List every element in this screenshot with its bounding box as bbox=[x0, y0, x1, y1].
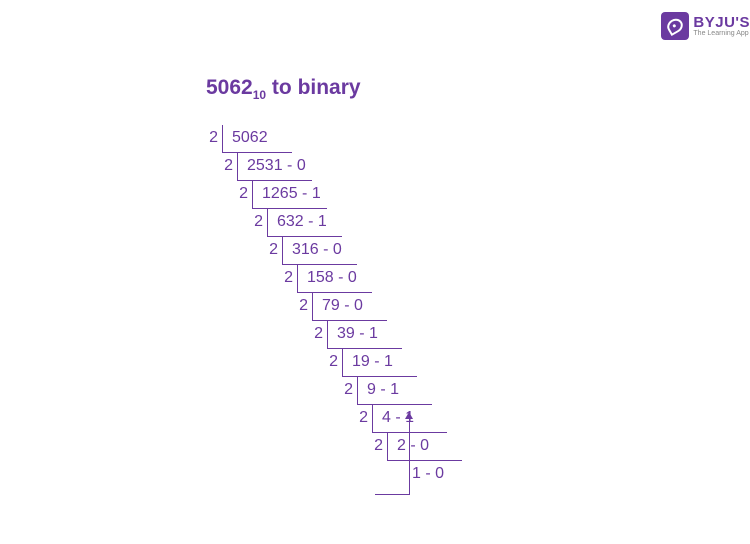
division-horizontal-line bbox=[297, 292, 372, 293]
quotient-remainder: 316 - 0 bbox=[284, 241, 342, 259]
quotient-remainder: 39 - 1 bbox=[329, 325, 378, 343]
division-horizontal-line bbox=[327, 348, 402, 349]
division-horizontal-line bbox=[252, 208, 327, 209]
divisor: 2 bbox=[258, 241, 278, 259]
division-horizontal-line bbox=[357, 404, 432, 405]
division-vertical-line bbox=[252, 181, 253, 209]
quotient-remainder: 1265 - 1 bbox=[254, 185, 321, 203]
divisor: 2 bbox=[303, 325, 323, 343]
divisor: 2 bbox=[333, 381, 353, 399]
division-vertical-line bbox=[312, 293, 313, 321]
divisor: 2 bbox=[288, 297, 308, 315]
divisor: 2 bbox=[243, 213, 263, 231]
divisor: 2 bbox=[273, 269, 293, 287]
divisor: 2 bbox=[213, 157, 233, 175]
quotient-remainder: 2531 - 0 bbox=[239, 157, 306, 175]
quotient-remainder: 19 - 1 bbox=[344, 353, 393, 371]
division-vertical-line bbox=[237, 153, 238, 181]
division-horizontal-line bbox=[372, 432, 447, 433]
division-horizontal-line bbox=[237, 180, 312, 181]
quotient-remainder: 9 - 1 bbox=[359, 381, 399, 399]
division-vertical-line bbox=[342, 349, 343, 377]
division-horizontal-line bbox=[222, 152, 292, 153]
division-horizontal-line bbox=[342, 376, 417, 377]
division-vertical-line bbox=[282, 237, 283, 265]
dividend: 5062 bbox=[224, 129, 268, 147]
division-vertical-line bbox=[327, 321, 328, 349]
division-vertical-line bbox=[267, 209, 268, 237]
divisor: 2 bbox=[348, 409, 368, 427]
division-horizontal-line bbox=[267, 236, 342, 237]
divisor: 2 bbox=[228, 185, 248, 203]
divisor: 2 bbox=[198, 129, 218, 147]
quotient-remainder: 2 - 0 bbox=[389, 437, 429, 455]
division-vertical-line bbox=[357, 377, 358, 405]
division-vertical-line bbox=[372, 405, 373, 433]
quotient-remainder: 158 - 0 bbox=[299, 269, 357, 287]
title-suffix: to binary bbox=[266, 76, 361, 99]
byjus-logo: BYJU'S The Learning App bbox=[661, 12, 750, 40]
division-vertical-line bbox=[222, 125, 223, 153]
title-base: 10 bbox=[253, 88, 266, 102]
quotient-remainder: 632 - 1 bbox=[269, 213, 327, 231]
quotient-remainder: 79 - 0 bbox=[314, 297, 363, 315]
logo-main-text: BYJU'S bbox=[693, 15, 750, 30]
logo-icon bbox=[661, 12, 689, 40]
division-horizontal-line bbox=[387, 460, 462, 461]
logo-sub-text: The Learning App bbox=[693, 30, 750, 37]
division-vertical-line bbox=[297, 265, 298, 293]
quotient-remainder: 4 - 1 bbox=[374, 409, 414, 427]
quotient-remainder: 1 - 0 bbox=[404, 465, 444, 483]
divisor: 2 bbox=[318, 353, 338, 371]
division-horizontal-line bbox=[312, 320, 387, 321]
divisor: 2 bbox=[363, 437, 383, 455]
division-horizontal-line bbox=[282, 264, 357, 265]
title-number: 5062 bbox=[206, 76, 253, 99]
diagram-title: 506210 to binary bbox=[206, 76, 361, 102]
division-vertical-line bbox=[387, 433, 388, 461]
